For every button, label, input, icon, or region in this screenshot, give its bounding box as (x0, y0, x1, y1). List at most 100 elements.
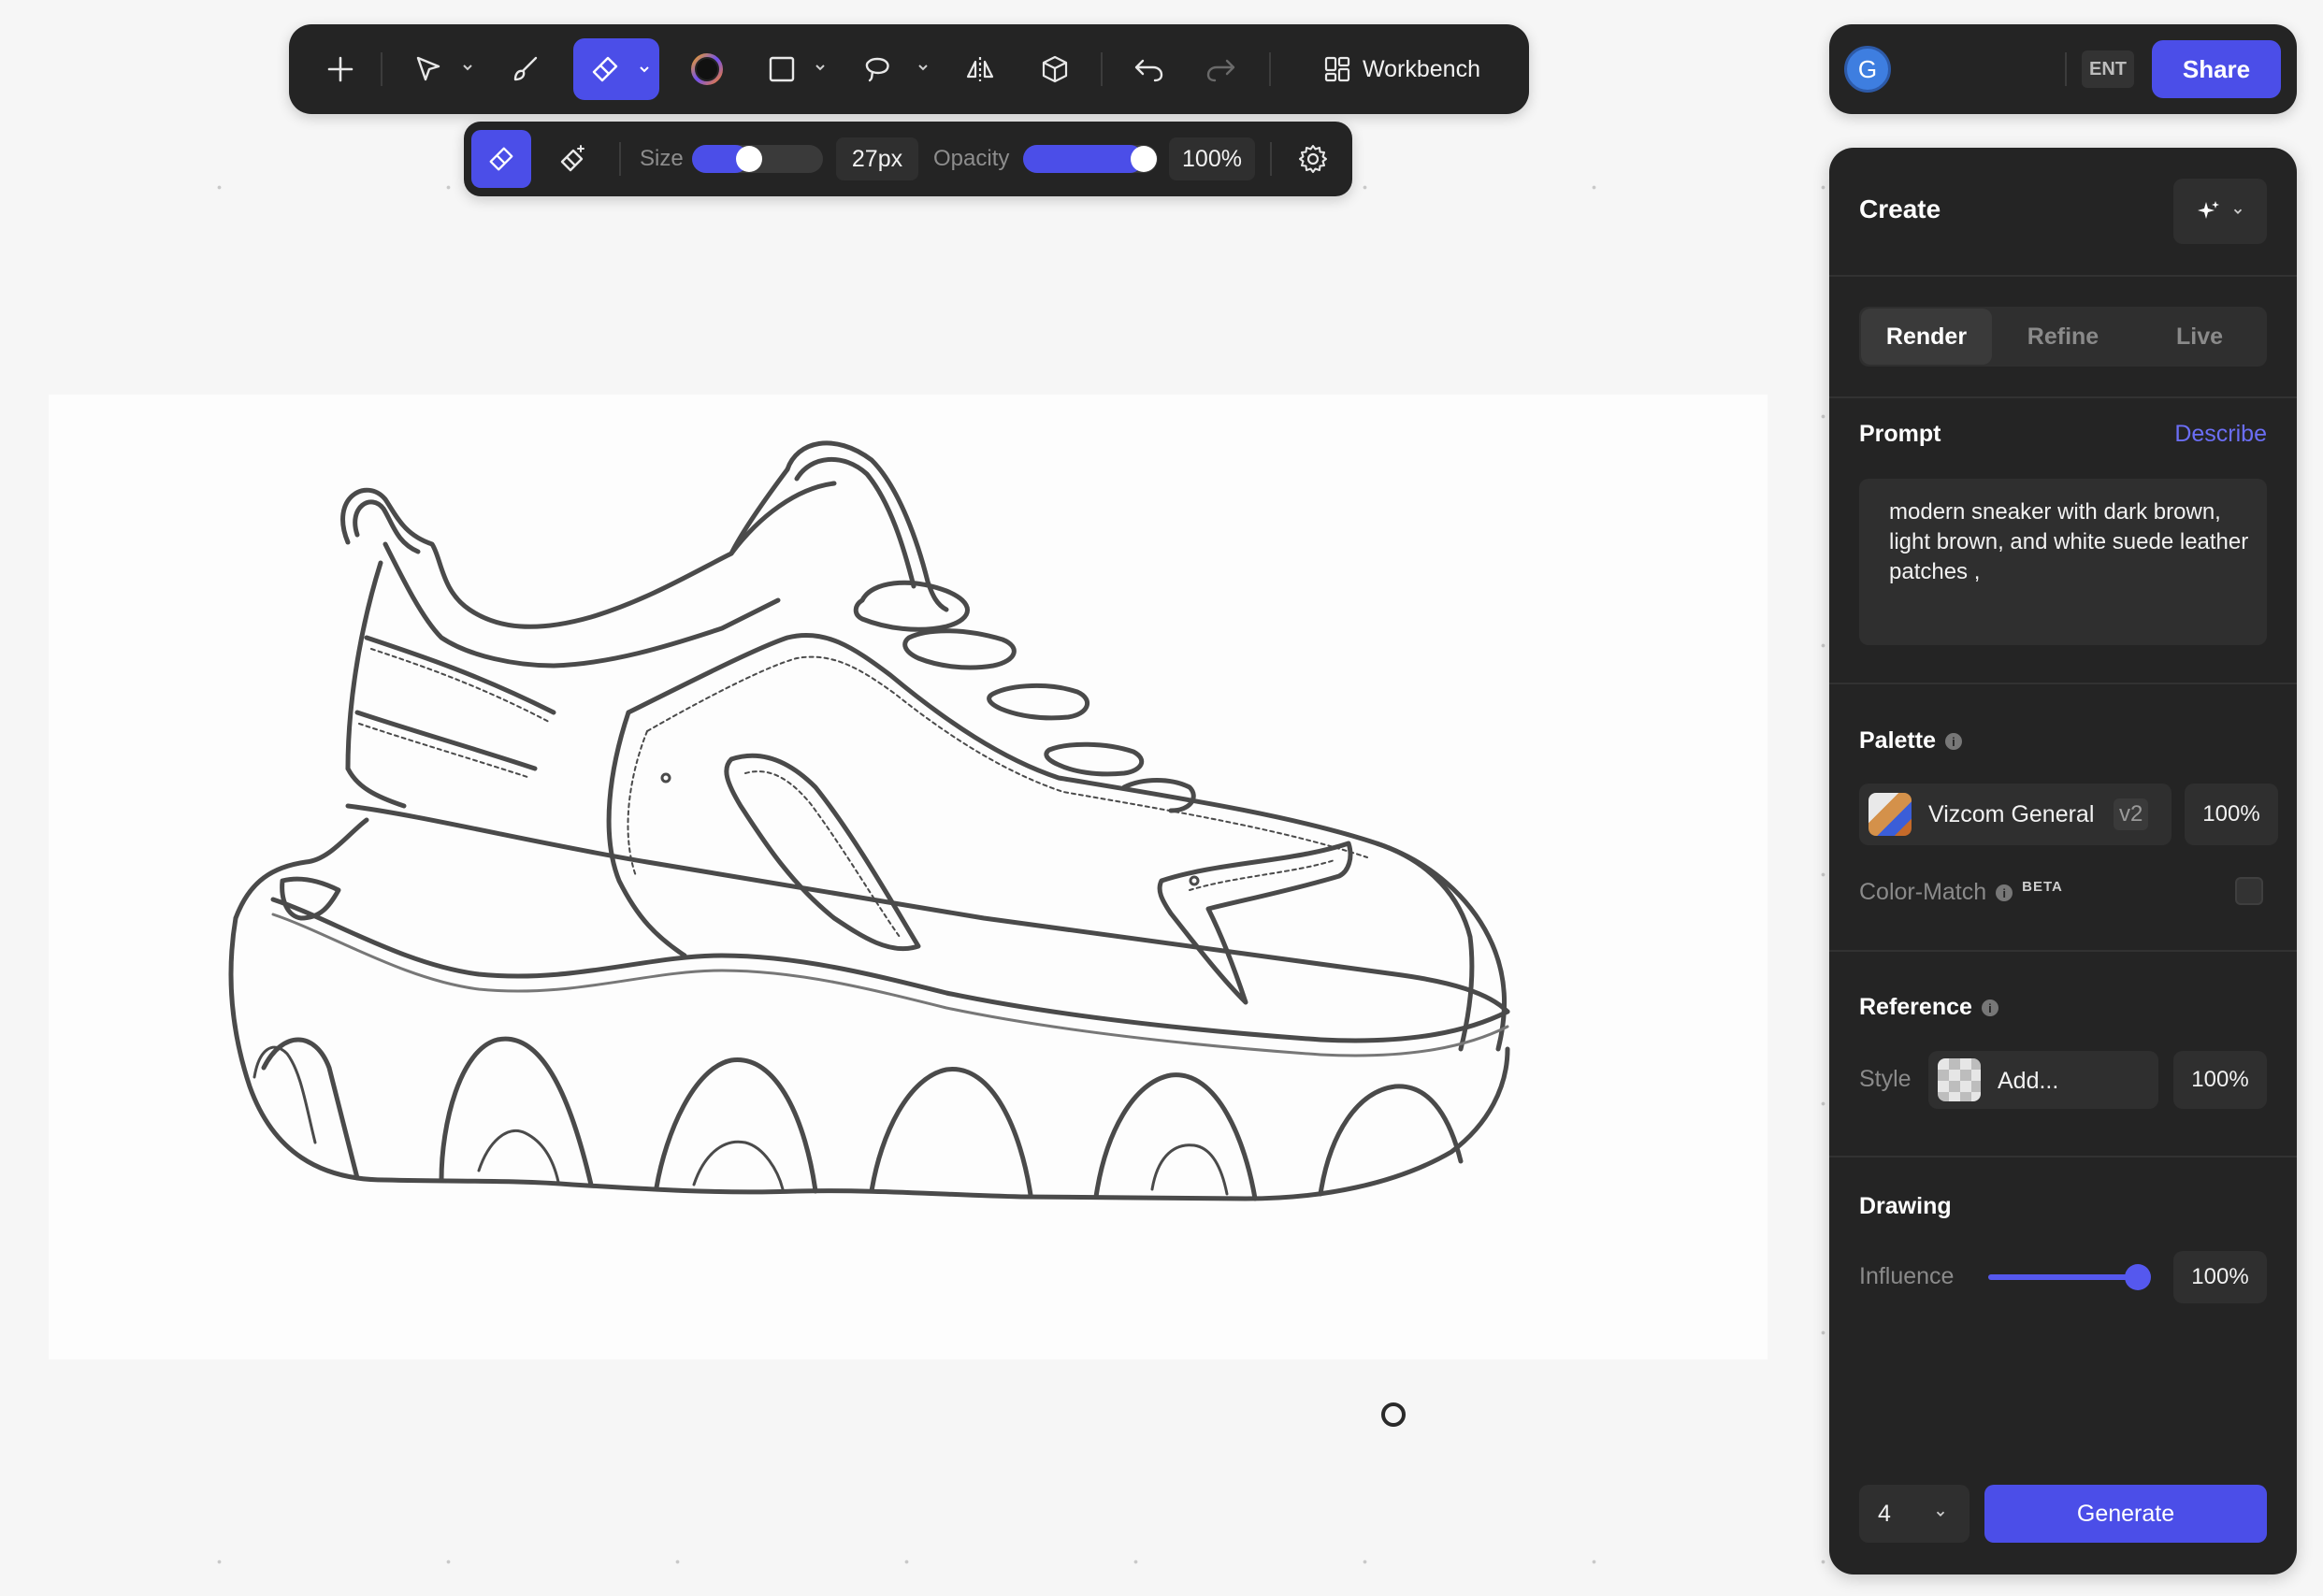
style-reference-add[interactable]: Add... (1928, 1051, 2158, 1109)
panel-title: Create (1859, 194, 1941, 223)
size-label: Size (640, 146, 684, 171)
settings-button[interactable] (1283, 130, 1343, 188)
panel-divider (1829, 950, 2297, 952)
account-bar: G ENT Share (1829, 24, 2297, 114)
3d-tool-button[interactable] (1024, 38, 1086, 100)
eraser-icon (489, 147, 513, 171)
undo-button[interactable] (1118, 38, 1179, 100)
panel-divider (1829, 396, 2297, 398)
toolbar-divider (1269, 52, 1271, 86)
magic-eraser-button[interactable] (542, 130, 602, 188)
brush-tool-button[interactable] (495, 38, 556, 100)
lasso-icon (865, 57, 889, 82)
chevron-down-icon[interactable] (460, 60, 475, 75)
magic-eraser-icon (560, 145, 584, 172)
mode-dropdown[interactable] (2173, 179, 2267, 244)
info-icon[interactable]: i (1996, 884, 2013, 902)
color-match-checkbox[interactable] (2235, 877, 2263, 905)
prompt-label: Prompt (1859, 421, 1941, 447)
create-panel: Create Render Refine Live Prompt Describ… (1829, 148, 2297, 1574)
redo-button[interactable] (1190, 38, 1252, 100)
drawing-label: Drawing (1859, 1193, 1952, 1219)
select-tool-button[interactable] (397, 38, 459, 100)
gear-icon (1299, 145, 1327, 173)
info-icon[interactable]: i (1944, 733, 1962, 751)
add-button[interactable] (308, 38, 373, 100)
palette-label: Palette i (1859, 727, 1962, 755)
cube-icon (1042, 55, 1068, 83)
tab-refine[interactable]: Refine (1998, 309, 2128, 365)
reference-label: Reference i (1859, 994, 1998, 1021)
opacity-slider[interactable] (1023, 145, 1158, 173)
beta-badge: BETA (2022, 879, 2063, 895)
reference-label-text: Reference (1859, 994, 1972, 1020)
size-slider-knob[interactable] (736, 146, 762, 172)
panel-divider (1829, 683, 2297, 684)
plan-badge: ENT (2082, 50, 2134, 88)
influence-slider-knob[interactable] (2125, 1264, 2151, 1290)
eraser-mode-button[interactable] (471, 130, 531, 188)
describe-button[interactable]: Describe (2174, 421, 2267, 448)
prompt-input[interactable]: modern sneaker with dark brown, light br… (1859, 479, 2267, 645)
palette-strength-field[interactable]: 100% (2185, 784, 2278, 845)
tab-live[interactable]: Live (2134, 309, 2265, 365)
canvas-sketch-area[interactable] (49, 395, 1768, 1359)
share-button[interactable]: Share (2152, 40, 2281, 98)
opacity-label: Opacity (933, 146, 1010, 171)
chevron-down-icon (2233, 208, 2243, 214)
transparent-thumbnail-icon (1938, 1058, 1981, 1101)
color-match-label: Color-Match i BETA (1859, 879, 2063, 906)
eraser-options-bar: Size 27px Opacity 100% (464, 122, 1352, 196)
brush-icon (513, 56, 538, 81)
chevron-down-icon[interactable] (813, 60, 828, 75)
main-toolbar: Workbench (289, 24, 1529, 114)
toolbar-divider (1101, 52, 1103, 86)
lasso-tool-button[interactable] (846, 38, 908, 100)
palette-label-text: Palette (1859, 727, 1936, 754)
palette-name: Vizcom General (1928, 801, 2095, 827)
size-value-field[interactable]: 27px (836, 137, 918, 180)
influence-slider[interactable] (1988, 1264, 2151, 1290)
palette-thumbnail (1868, 793, 1912, 836)
chevron-down-icon[interactable] (916, 60, 931, 75)
palette-selector[interactable]: Vizcom General v2 (1859, 784, 2172, 845)
opacity-slider-fill (1023, 145, 1144, 173)
add-reference-label: Add... (1998, 1068, 2059, 1094)
workbench-button[interactable]: Workbench (1308, 38, 1495, 100)
info-icon[interactable]: i (1981, 999, 1998, 1017)
panel-divider (1829, 275, 2297, 277)
flip-icon (966, 57, 994, 81)
toolbar-divider (619, 142, 621, 176)
reference-strength-field[interactable]: 100% (2173, 1051, 2267, 1109)
output-count-dropdown[interactable]: 4 (1859, 1485, 1970, 1543)
style-label: Style (1859, 1066, 1912, 1092)
color-picker-button[interactable] (676, 38, 738, 100)
influence-value-field[interactable]: 100% (2173, 1251, 2267, 1303)
color-ring-icon (691, 53, 723, 85)
panel-divider (1829, 1156, 2297, 1157)
sneaker-sketch (228, 440, 1510, 1201)
mirror-tool-button[interactable] (949, 38, 1011, 100)
size-slider[interactable] (692, 145, 823, 173)
toolbar-divider (2065, 52, 2067, 86)
generate-button[interactable]: Generate (1984, 1485, 2267, 1543)
eraser-tool-button[interactable] (573, 38, 659, 100)
influence-slider-fill (1988, 1274, 2138, 1280)
opacity-value-field[interactable]: 100% (1169, 137, 1255, 180)
workbench-label: Workbench (1363, 55, 1480, 82)
opacity-slider-knob[interactable] (1131, 146, 1157, 172)
toolbar-divider (1270, 142, 1272, 176)
cursor-indicator (1381, 1402, 1406, 1427)
toolbar-divider (381, 52, 382, 86)
undo-icon (1134, 59, 1163, 82)
output-count-value: 4 (1878, 1501, 1891, 1527)
chevron-down-icon (1936, 1511, 1945, 1517)
pointer-icon (416, 56, 440, 81)
rectangle-icon (769, 56, 795, 82)
avatar[interactable]: G (1844, 46, 1891, 93)
prompt-text: modern sneaker with dark brown, light br… (1889, 499, 2249, 584)
sparkle-icon (2198, 201, 2219, 219)
shape-tool-button[interactable] (751, 38, 813, 100)
tab-render[interactable]: Render (1861, 309, 1992, 365)
redo-icon (1206, 59, 1235, 82)
